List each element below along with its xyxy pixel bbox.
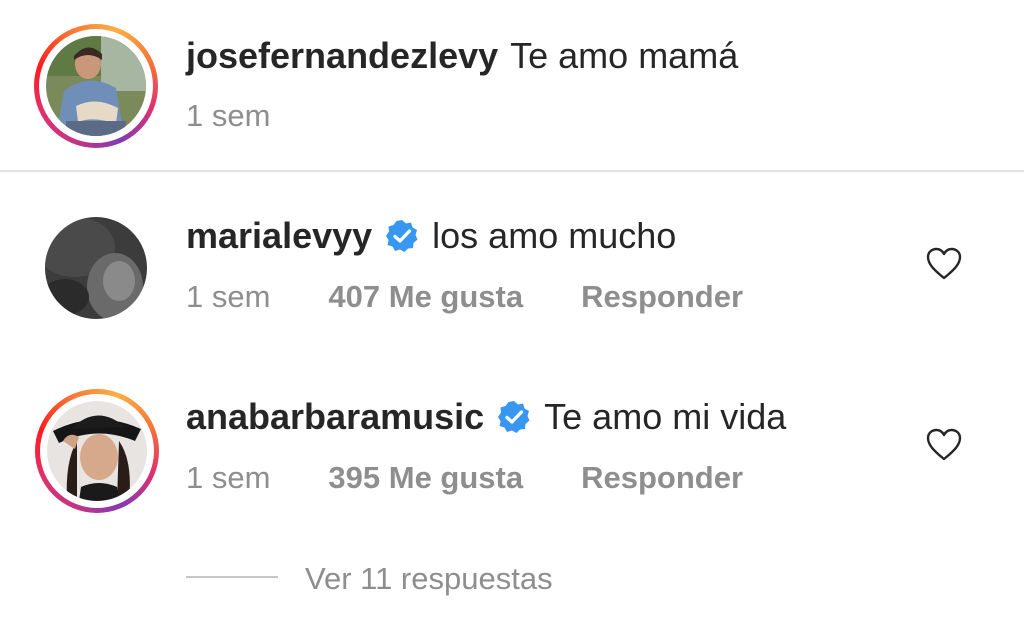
comment-username[interactable]: anabarbaramusic	[186, 395, 484, 439]
comment-username[interactable]: marialevyy	[186, 214, 372, 258]
comment-likes[interactable]: 407 Me gusta	[328, 277, 523, 317]
caption-username[interactable]: josefernandezlevy	[186, 34, 498, 78]
comment-meta: 1 sem 407 Me gusta Responder	[186, 277, 743, 317]
caption-time: 1 sem	[186, 98, 271, 133]
caption-meta: 1 sem	[186, 96, 270, 136]
verified-badge-icon	[384, 218, 420, 254]
comment-line: anabarbaramusic Te amo mi vida	[186, 395, 786, 439]
caption-line: josefernandezlevy Te amo mamá	[186, 34, 738, 78]
avatar-photo	[47, 401, 147, 501]
comment-meta: 1 sem 395 Me gusta Responder	[186, 458, 743, 498]
comment-text: Te amo mi vida	[544, 396, 787, 437]
comment-time: 1 sem	[186, 460, 271, 495]
comment-line: marialevyy los amo mucho	[186, 214, 676, 258]
comment-text: los amo mucho	[432, 215, 677, 256]
avatar-photo	[46, 36, 146, 136]
replies-divider-line	[186, 576, 278, 578]
verified-badge-icon	[496, 399, 532, 435]
comment-time: 1 sem	[186, 279, 271, 314]
heart-outline-icon[interactable]	[926, 428, 962, 462]
comment-avatar[interactable]	[35, 389, 159, 513]
view-replies-button[interactable]: Ver 11 respuestas	[305, 559, 553, 599]
reply-button[interactable]: Responder	[581, 277, 743, 317]
caption-text: Te amo mamá	[510, 35, 739, 76]
caption-section: josefernandezlevy Te amo mamá 1 sem	[0, 0, 1024, 170]
heart-outline-icon[interactable]	[926, 247, 962, 281]
comment-likes[interactable]: 395 Me gusta	[328, 458, 523, 498]
comment-avatar[interactable]	[45, 217, 147, 319]
caption-avatar[interactable]	[34, 24, 158, 148]
divider	[0, 170, 1024, 172]
reply-button[interactable]: Responder	[581, 458, 743, 498]
